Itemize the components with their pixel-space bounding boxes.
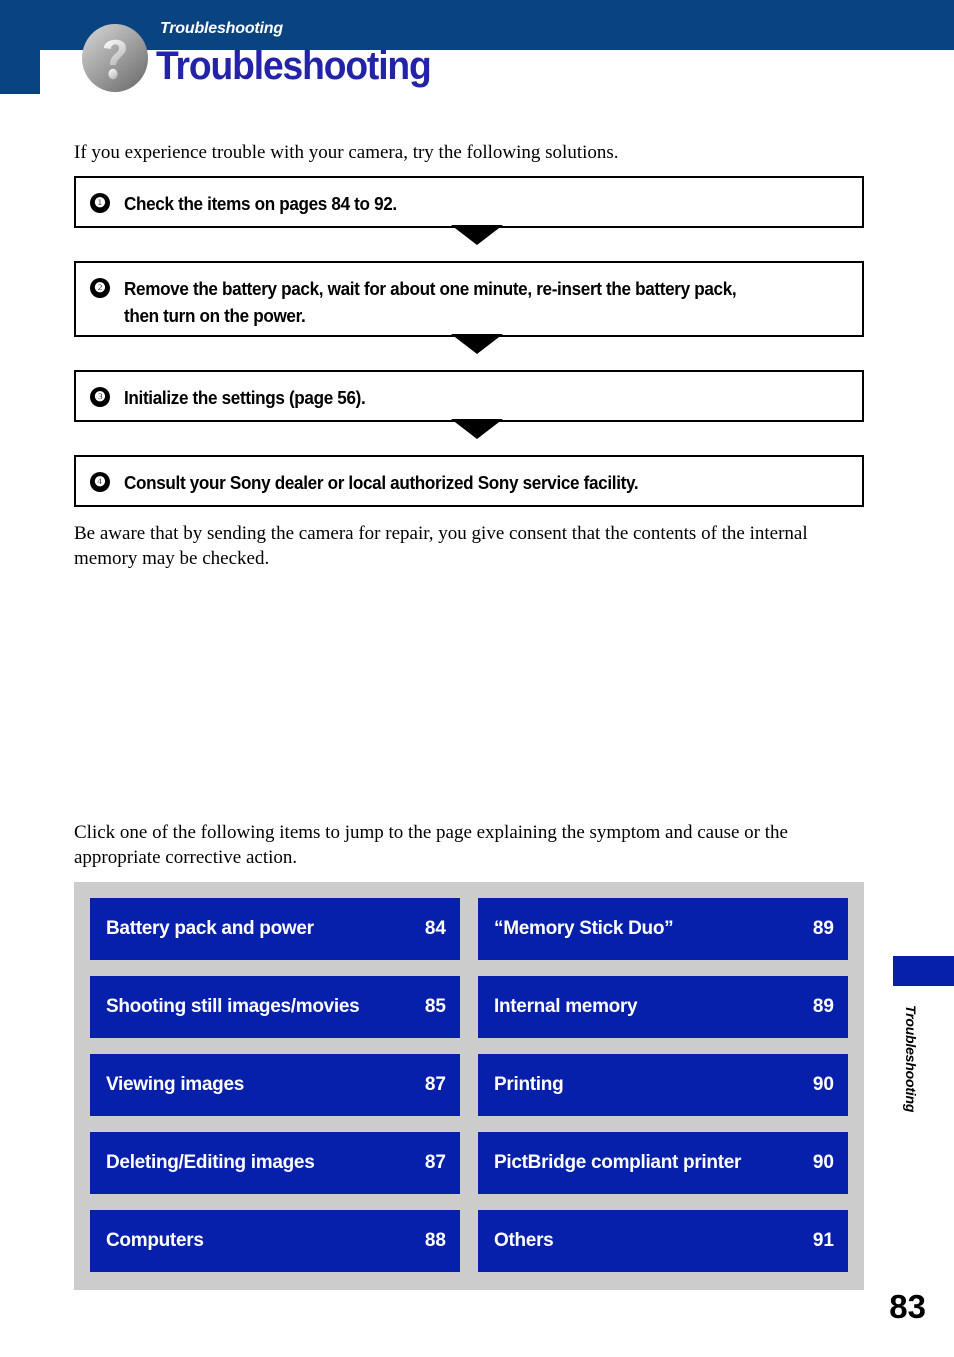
link-page-number: 88 [424,1230,446,1251]
link-button-others[interactable]: Others 91 [478,1210,848,1272]
repair-note-paragraph: Be aware that by sending the camera for … [74,523,808,569]
link-button-printing[interactable]: Printing 90 [478,1054,848,1116]
page-title: Troubleshooting [156,44,432,88]
question-mark-badge-icon [80,23,150,93]
link-label: Battery pack and power [106,918,314,939]
link-label: Printing [494,1074,564,1095]
link-page-number: 85 [424,996,446,1017]
click-instruction-paragraph: Click one of the following items to jump… [74,822,788,868]
link-label: Internal memory [494,996,638,1017]
breadcrumb: Troubleshooting [160,20,283,37]
link-grid: Battery pack and power 84 “Memory Stick … [90,898,848,1274]
step-number-3: ❸ [90,387,110,407]
link-button-deleting-editing-images[interactable]: Deleting/Editing images 87 [90,1132,460,1194]
link-label: Shooting still images/movies [106,996,360,1017]
link-page-number: 90 [812,1074,834,1095]
link-label: Deleting/Editing images [106,1152,315,1173]
link-page-number: 87 [424,1074,446,1095]
step-box-1: ❶ Check the items on pages 84 to 92. [74,176,864,228]
flow-arrow-3-icon [451,419,503,439]
link-panel: Battery pack and power 84 “Memory Stick … [74,882,864,1290]
link-page-number: 89 [812,918,834,939]
side-tab-marker [893,956,954,986]
page-number: 83 [889,1288,926,1325]
step-number-2: ❷ [90,278,110,298]
step-text-1: Check the items on pages 84 to 92. [124,194,397,214]
link-button-memory-stick-duo[interactable]: “Memory Stick Duo” 89 [478,898,848,960]
link-label: Computers [106,1230,204,1251]
step-text-3: Initialize the settings (page 56). [124,388,366,408]
step-box-4: ❹ Consult your Sony dealer or local auth… [74,455,864,507]
step-box-3: ❸ Initialize the settings (page 56). [74,370,864,422]
link-button-battery-pack-and-power[interactable]: Battery pack and power 84 [90,898,460,960]
step-text-4: Consult your Sony dealer or local author… [124,473,639,493]
link-button-viewing-images[interactable]: Viewing images 87 [90,1054,460,1116]
intro-paragraph: If you experience trouble with your came… [74,142,619,163]
header-band-left-block [0,50,40,94]
link-label: Viewing images [106,1074,245,1095]
step-number-4: ❹ [90,472,110,492]
step-box-2: ❷ Remove the battery pack, wait for abou… [74,261,864,337]
flow-arrow-1-icon [451,225,503,245]
link-page-number: 89 [812,996,834,1017]
link-button-internal-memory[interactable]: Internal memory 89 [478,976,848,1038]
link-button-shooting-still-images-movies[interactable]: Shooting still images/movies 85 [90,976,460,1038]
link-button-pictbridge-compliant-printer[interactable]: PictBridge compliant printer 90 [478,1132,848,1194]
step-text-2: Remove the battery pack, wait for about … [124,279,737,326]
link-page-number: 84 [424,918,446,939]
link-page-number: 91 [812,1230,834,1251]
link-page-number: 87 [424,1152,446,1173]
link-button-computers[interactable]: Computers 88 [90,1210,460,1272]
link-label: Others [494,1230,554,1251]
link-label: “Memory Stick Duo” [494,918,674,939]
link-page-number: 90 [812,1152,834,1173]
side-tab-label: Troubleshooting [903,1005,919,1113]
step-number-1: ❶ [90,193,110,213]
flow-arrow-2-icon [451,334,503,354]
link-label: PictBridge compliant printer [494,1152,742,1173]
